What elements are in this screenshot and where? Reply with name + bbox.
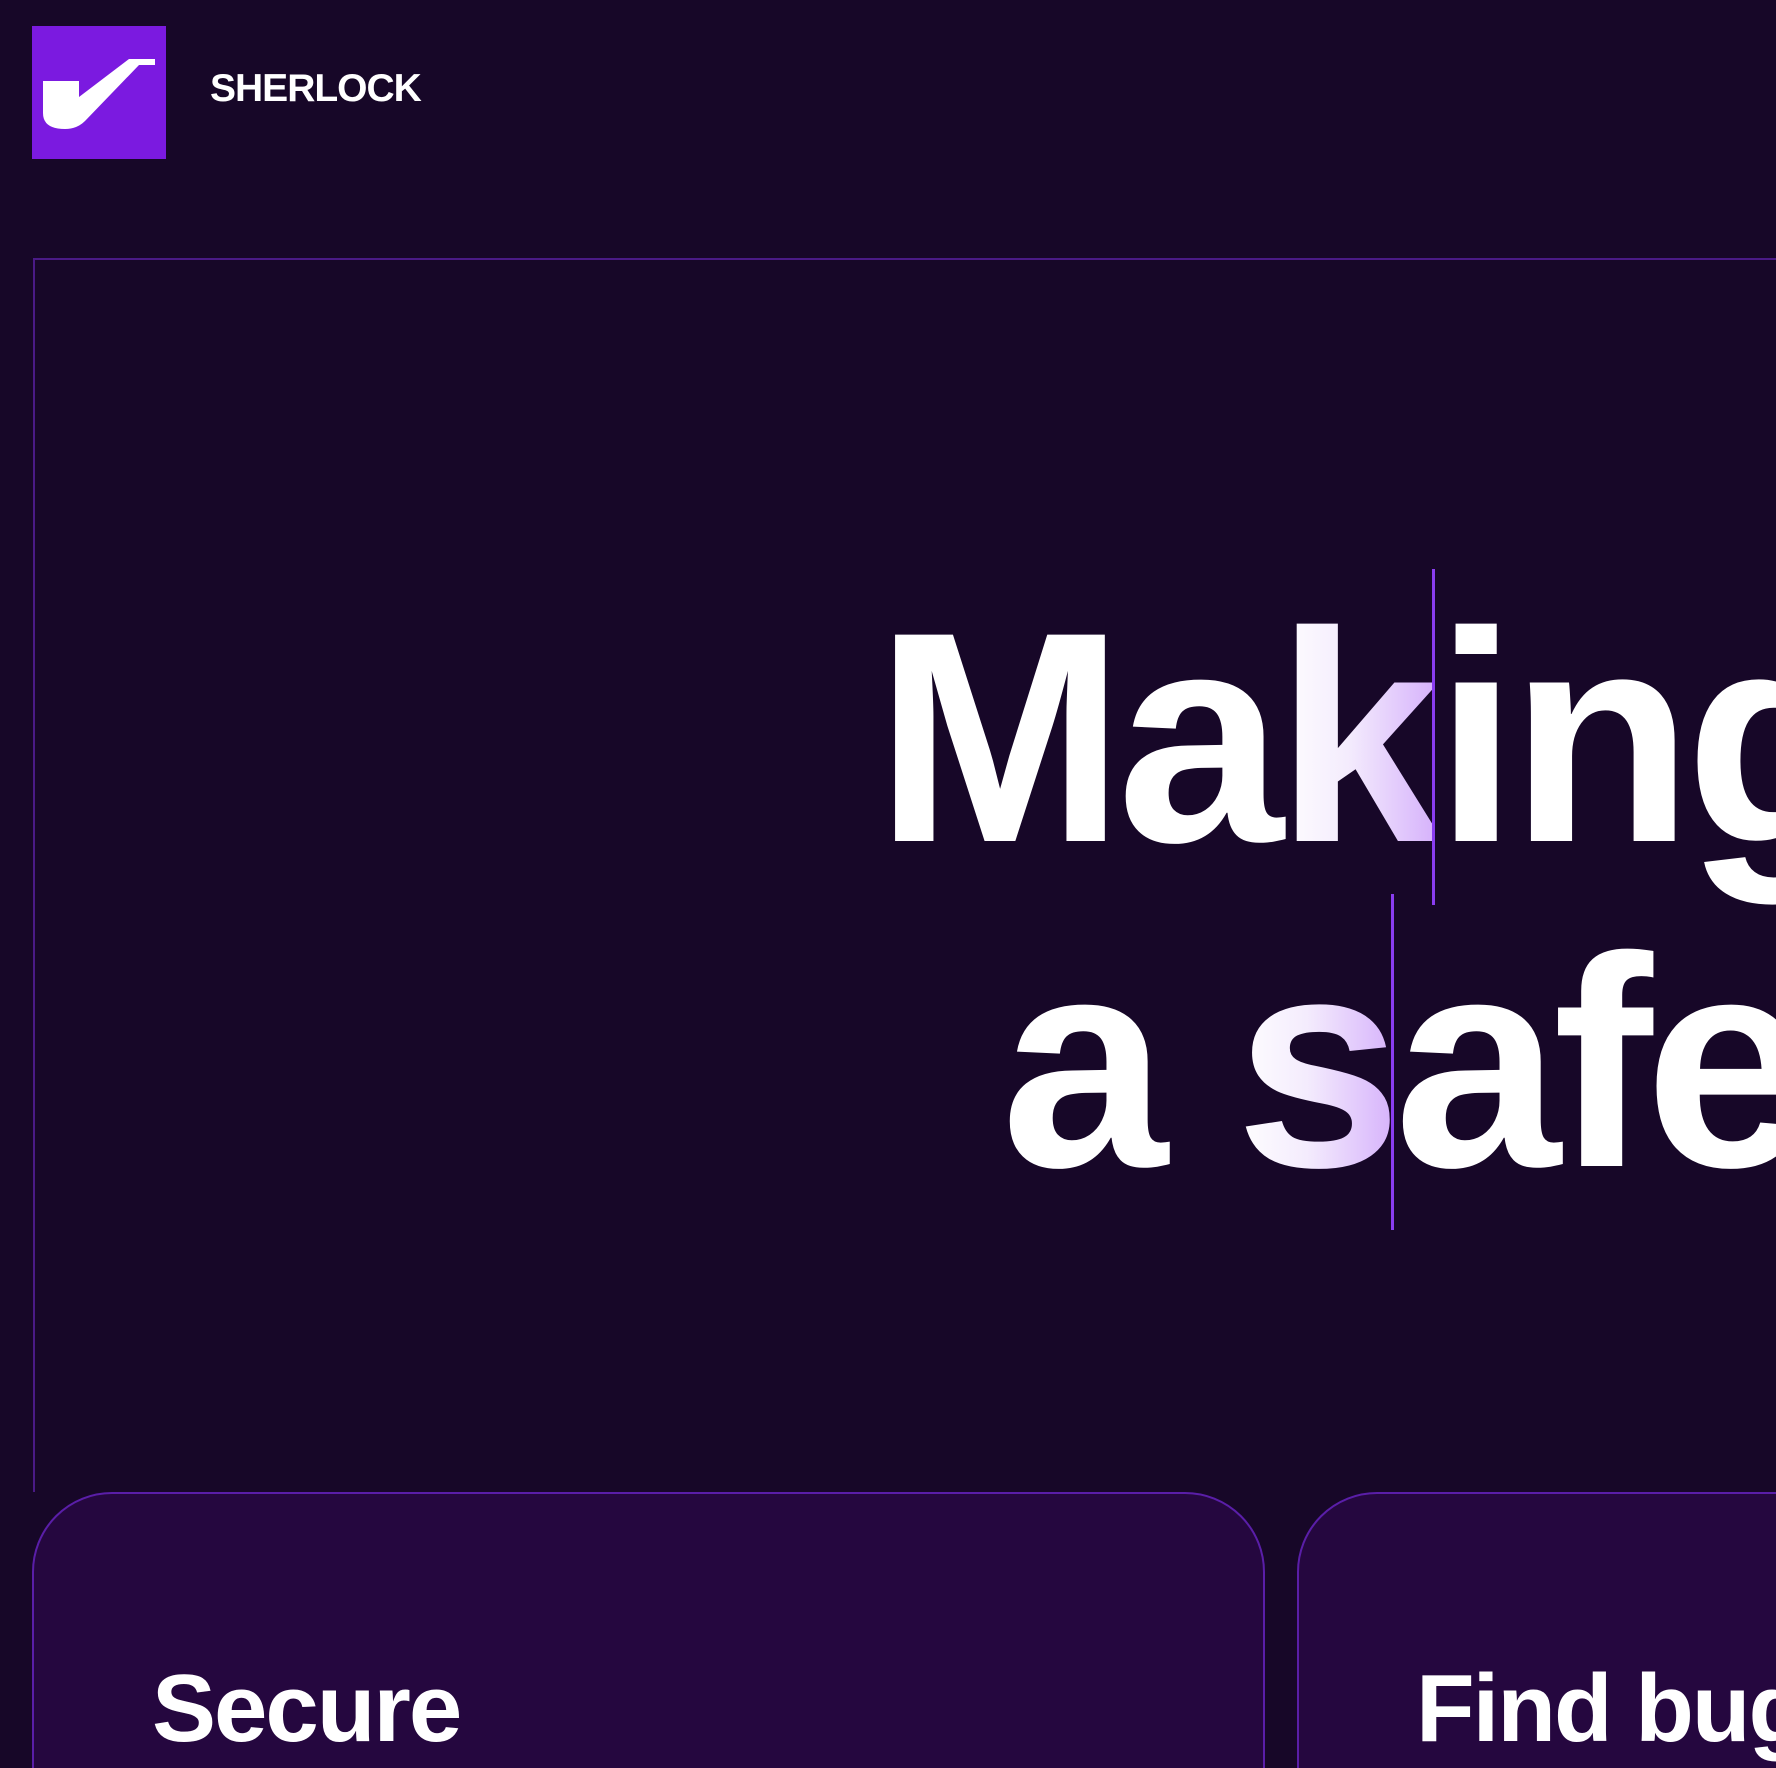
hero-line-1: Making bbox=[875, 575, 1776, 900]
hero-line-1-highlight: k bbox=[1275, 569, 1443, 905]
feature-card-title: Find bug bbox=[1416, 1655, 1776, 1762]
feature-card-secure: Secure bbox=[32, 1492, 1265, 1768]
brand-name[interactable]: SHERLOCK bbox=[210, 64, 422, 114]
hero-line-1-start: Ma bbox=[875, 569, 1284, 905]
feature-card-title: Secure bbox=[152, 1655, 462, 1762]
hero-headline: Making a safe bbox=[875, 575, 1776, 1225]
hero-line-2: a safe bbox=[875, 900, 1776, 1225]
hero-line-2-end: afe bbox=[1394, 894, 1776, 1230]
hero-line-2-start: a bbox=[1001, 894, 1236, 1230]
hero-line-2-highlight: s bbox=[1235, 894, 1402, 1230]
hero-line-1-end: ing bbox=[1434, 569, 1776, 905]
pipe-icon bbox=[43, 58, 155, 129]
feature-card-find-bugs: Find bug bbox=[1297, 1492, 1776, 1768]
logo-link[interactable] bbox=[32, 26, 166, 159]
landing-page: SHERLOCK Making a safe Secure Find bug bbox=[0, 0, 1776, 1768]
